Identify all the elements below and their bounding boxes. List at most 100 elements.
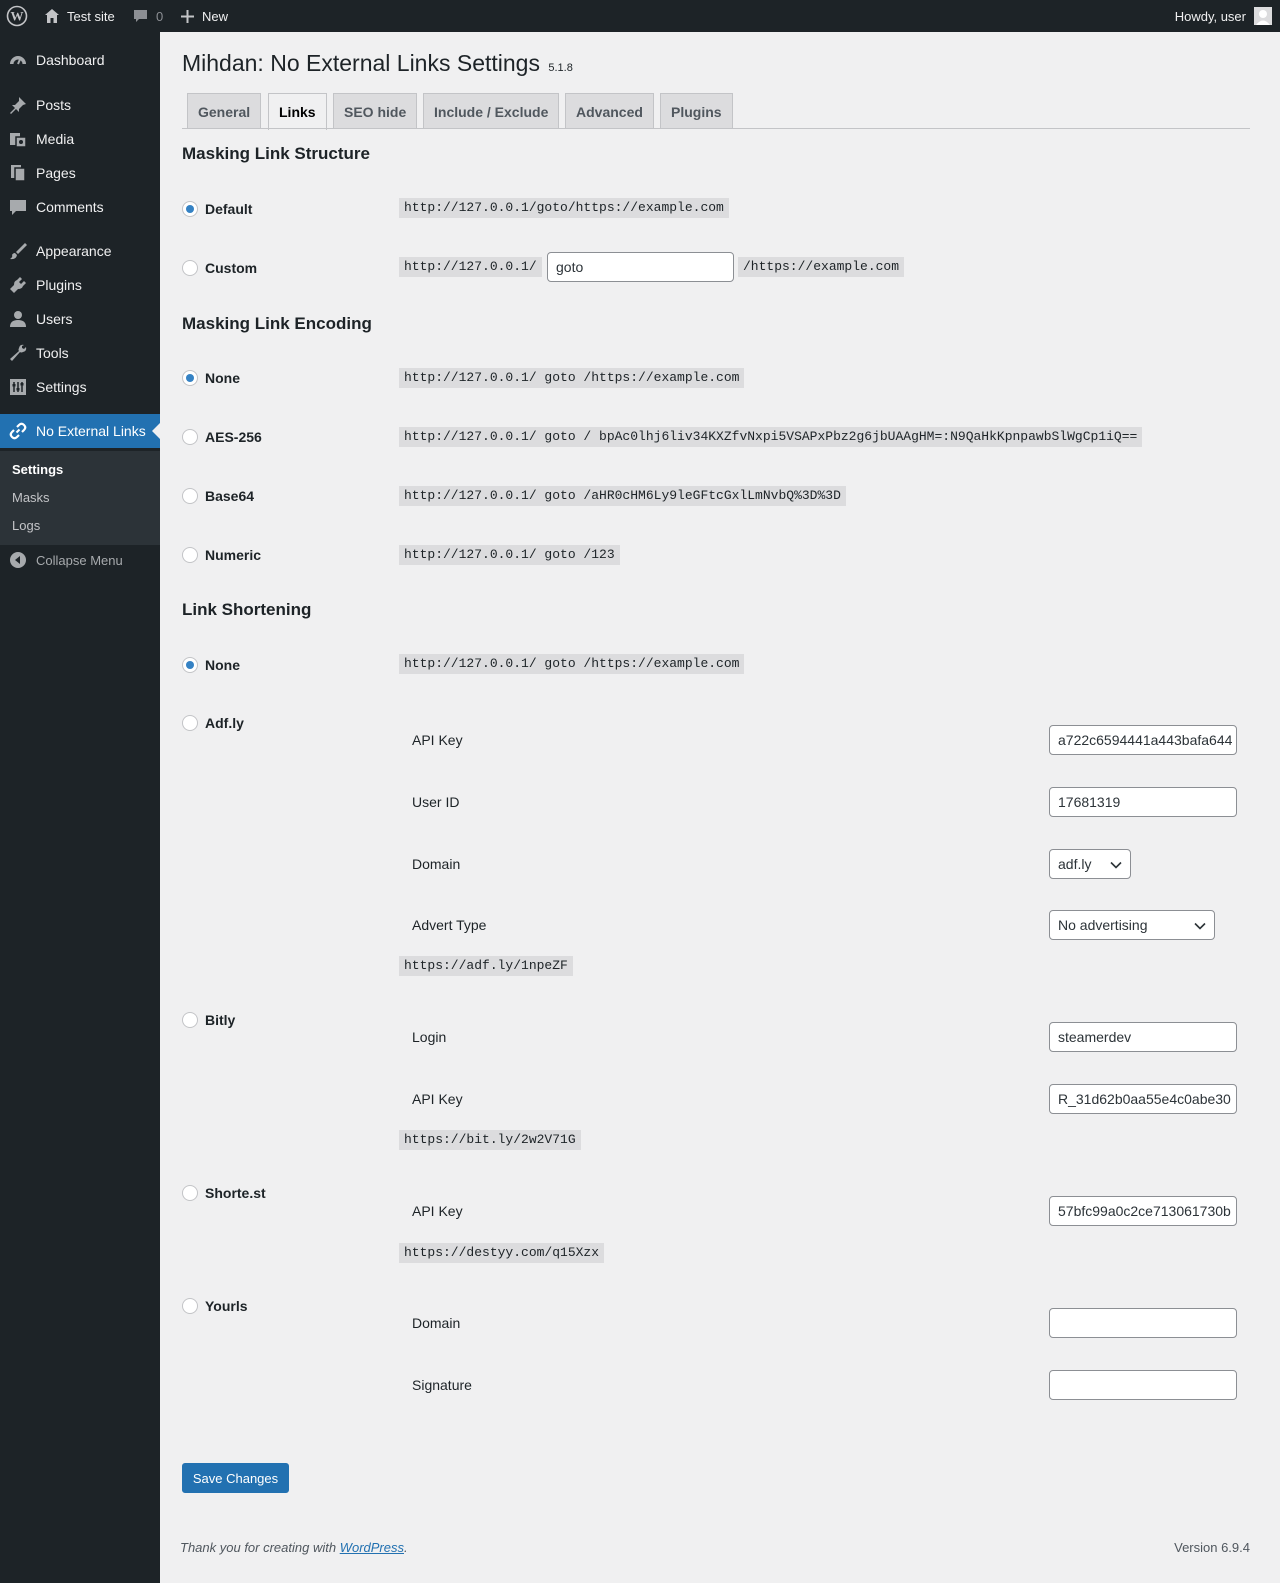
encoding-numeric-radio[interactable] <box>182 547 198 563</box>
collapse-arrow-icon <box>0 551 36 569</box>
encoding-base64-example: http://127.0.0.1/ goto /aHR0cHM6Ly9leGFt… <box>399 486 846 506</box>
shortening-heading: Link Shortening <box>182 600 312 619</box>
new-content-link[interactable]: New <box>181 0 228 32</box>
encoding-aes256-example: http://127.0.0.1/ goto / bpAc0lhj6liv34K… <box>399 427 1143 447</box>
shortening-none-example: http://127.0.0.1/ goto /https://example.… <box>399 654 745 674</box>
yourls-signature-input[interactable] <box>1049 1370 1237 1400</box>
adfly-advert-type-value: No advertising <box>1058 917 1148 933</box>
tab-general[interactable]: General <box>187 93 262 129</box>
sidebar-item-appearance[interactable]: Appearance <box>0 234 160 268</box>
comment-icon <box>0 197 36 217</box>
dashboard-icon <box>0 50 36 70</box>
tab-advanced[interactable]: Advanced <box>565 93 654 129</box>
adfly-domain-value: adf.ly <box>1058 856 1092 872</box>
sidebar-item-comments[interactable]: Comments <box>0 190 160 224</box>
encoding-none-radio[interactable] <box>182 370 198 386</box>
shortest-example: https://destyy.com/q15Xzx <box>399 1243 605 1263</box>
adfly-api-key-input[interactable]: a722c6594441a443bafa644 <box>1049 725 1237 755</box>
structure-custom-label: Custom <box>205 260 258 276</box>
shortening-yourls-label: Yourls <box>205 1298 248 1314</box>
adfly-user-id-input[interactable]: 17681319 <box>1049 787 1237 817</box>
encoding-aes256-label: AES-256 <box>205 429 262 445</box>
shortest-api-key-label: API Key <box>412 1203 463 1219</box>
encoding-aes256-radio[interactable] <box>182 429 198 445</box>
comments-count: 0 <box>156 8 164 24</box>
encoding-numeric-example: http://127.0.0.1/ goto /123 <box>399 545 620 565</box>
sidebar-item-settings[interactable]: Settings <box>0 370 160 404</box>
tab-divider <box>182 128 1250 129</box>
wrench-icon <box>0 343 36 363</box>
sidebar-item-dashboard[interactable]: Dashboard <box>0 43 160 77</box>
footer-thanks: Thank you for creating with WordPress. <box>180 1540 408 1555</box>
plug-icon <box>0 275 36 295</box>
shortening-adfly-radio[interactable] <box>182 715 198 731</box>
brush-icon <box>0 241 36 261</box>
sidebar-item-users[interactable]: Users <box>0 302 160 336</box>
tab-seo-hide[interactable]: SEO hide <box>333 93 418 129</box>
footer-thanks-text: Thank you for creating with <box>180 1540 340 1555</box>
site-name: Test site <box>67 8 115 24</box>
plugin-version: 5.1.8 <box>548 62 573 74</box>
encoding-base64-label: Base64 <box>205 488 255 504</box>
bitly-api-key-input[interactable]: R_31d62b0aa55e4c0abe30 <box>1049 1084 1237 1114</box>
custom-slug-input[interactable]: goto <box>547 252 734 282</box>
my-account-link[interactable]: Howdy, user <box>1175 0 1272 32</box>
comments-link[interactable]: 0 <box>133 0 163 32</box>
encoding-base64-radio[interactable] <box>182 488 198 504</box>
save-changes-button[interactable]: Save Changes <box>182 1463 289 1493</box>
shortening-bitly-radio[interactable] <box>182 1012 198 1028</box>
yourls-signature-label: Signature <box>412 1377 472 1393</box>
shortening-bitly-label: Bitly <box>205 1012 236 1028</box>
home-icon <box>44 8 60 24</box>
plugin-submenu: Settings Masks Logs <box>0 451 160 545</box>
sidebar-item-no-external-links[interactable]: No External Links <box>0 414 160 448</box>
sidebar-item-label: Users <box>36 311 73 327</box>
sidebar-item-label: Dashboard <box>36 52 105 68</box>
tab-include-exclude[interactable]: Include / Exclude <box>423 93 560 129</box>
bitly-api-key-label: API Key <box>412 1091 463 1107</box>
svg-text:W: W <box>11 9 24 24</box>
wordpress-link[interactable]: WordPress <box>340 1540 404 1555</box>
tab-plugins[interactable]: Plugins <box>660 93 733 129</box>
adfly-api-key-label: API Key <box>412 732 463 748</box>
submenu-item-settings[interactable]: Settings <box>12 462 63 477</box>
submenu-item-logs[interactable]: Logs <box>12 518 40 533</box>
collapse-menu-button[interactable]: Collapse Menu <box>0 545 123 575</box>
sidebar-item-plugins[interactable]: Plugins <box>0 268 160 302</box>
adfly-domain-select[interactable]: adf.ly <box>1049 849 1131 879</box>
shortest-api-key-input[interactable]: 57bfc99a0c2ce713061730b <box>1049 1196 1237 1226</box>
shortening-yourls-radio[interactable] <box>182 1298 198 1314</box>
chevron-down-icon <box>1110 861 1122 869</box>
encoding-numeric-label: Numeric <box>205 547 262 563</box>
shortening-shortest-radio[interactable] <box>182 1185 198 1201</box>
shortening-shortest-label: Shorte.st <box>205 1185 266 1201</box>
sidebar-item-tools[interactable]: Tools <box>0 336 160 370</box>
structure-default-radio[interactable] <box>182 201 198 217</box>
structure-custom-radio[interactable] <box>182 260 198 276</box>
yourls-domain-input[interactable] <box>1049 1308 1237 1338</box>
bitly-login-label: Login <box>412 1029 447 1045</box>
page-title: Mihdan: No External Links Settings 5.1.8 <box>182 50 573 77</box>
pages-icon <box>0 163 36 183</box>
bitly-login-input[interactable]: steamerdev <box>1049 1022 1237 1052</box>
plus-icon <box>181 9 194 23</box>
sidebar-item-label: Pages <box>36 165 76 181</box>
adfly-advert-type-select[interactable]: No advertising <box>1049 910 1215 940</box>
sidebar-item-label: Posts <box>36 97 72 113</box>
site-name-link[interactable]: Test site <box>44 0 115 32</box>
shortening-none-radio[interactable] <box>182 657 198 673</box>
structure-custom-prefix: http://127.0.0.1/ <box>399 257 542 277</box>
submenu-item-masks[interactable]: Masks <box>12 490 50 505</box>
link-icon <box>0 421 36 441</box>
avatar <box>1254 7 1272 25</box>
adfly-user-id-label: User ID <box>412 794 460 810</box>
collapse-menu-label: Collapse Menu <box>36 552 123 568</box>
sidebar-item-posts[interactable]: Posts <box>0 88 160 122</box>
media-icon <box>0 129 36 149</box>
sidebar-item-media[interactable]: Media <box>0 122 160 156</box>
wordpress-logo-icon[interactable]: W <box>6 0 28 32</box>
sidebar-item-label: Appearance <box>36 243 112 259</box>
tab-links[interactable]: Links <box>268 93 327 130</box>
sidebar-item-pages[interactable]: Pages <box>0 156 160 190</box>
user-icon <box>0 309 36 329</box>
